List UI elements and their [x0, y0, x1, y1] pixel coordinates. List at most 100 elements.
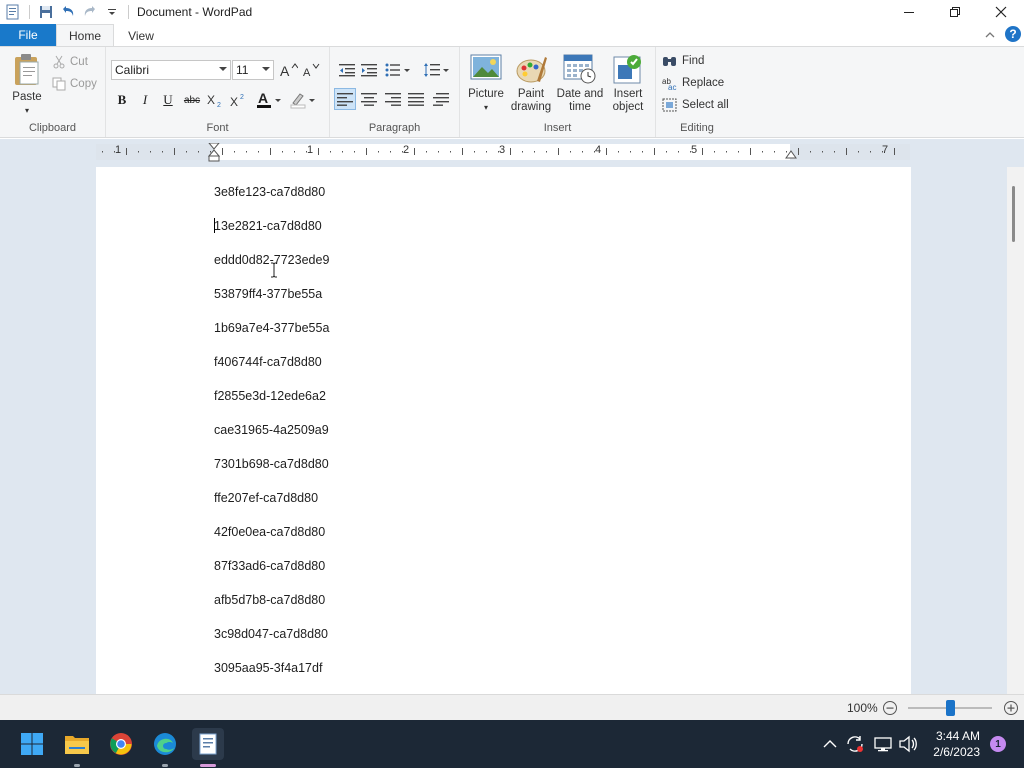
select-all-button[interactable]: Select all — [662, 98, 729, 112]
maximize-button[interactable] — [932, 0, 978, 24]
tab-home[interactable]: Home — [56, 24, 114, 47]
document-line[interactable]: f2855e3d-12ede6a2 — [214, 389, 326, 403]
decrease-indent-icon[interactable] — [336, 59, 358, 81]
picture-icon — [470, 54, 502, 80]
start-button[interactable] — [16, 728, 48, 760]
line-spacing-button[interactable] — [422, 59, 452, 81]
align-center-icon[interactable] — [358, 88, 380, 110]
bold-icon[interactable]: B — [111, 89, 133, 111]
font-size-select[interactable]: 11 — [232, 60, 274, 80]
align-left-icon[interactable] — [334, 88, 356, 110]
increase-indent-icon[interactable] — [358, 59, 380, 81]
i-beam-cursor-icon — [271, 262, 277, 278]
document-line[interactable]: 3e8fe123-ca7d8d80 — [214, 185, 325, 199]
right-indent-marker-icon[interactable] — [785, 149, 797, 159]
find-button[interactable]: Find — [662, 54, 704, 68]
ruler-tick — [762, 151, 763, 153]
replace-button[interactable]: ab ac Replace — [662, 76, 724, 90]
tab-file[interactable]: File — [0, 24, 56, 46]
date-time-label-2: time — [569, 101, 591, 113]
bullet-list-button[interactable] — [384, 59, 414, 81]
document-line[interactable]: 42f0e0ea-ca7d8d80 — [214, 525, 325, 539]
ruler-tick — [618, 151, 619, 153]
insert-object-button[interactable]: Insert object — [608, 53, 648, 114]
editing-group-label: Editing — [680, 122, 714, 134]
zoom-out-icon[interactable] — [882, 700, 898, 716]
document-line[interactable]: 87f33ad6-ca7d8d80 — [214, 559, 325, 573]
notification-badge[interactable]: 1 — [990, 736, 1006, 752]
ruler-tick — [138, 151, 139, 153]
file-explorer-taskbar-button[interactable] — [61, 728, 93, 760]
save-icon[interactable] — [35, 1, 57, 23]
date-time-button[interactable]: Date and time — [556, 53, 604, 114]
network-icon[interactable] — [873, 735, 893, 753]
paint-drawing-button[interactable]: Paint drawing — [510, 53, 552, 114]
copy-button[interactable]: Copy — [52, 77, 97, 91]
wordpad-taskbar-button[interactable] — [192, 728, 224, 760]
font-family-value: Calibri — [115, 63, 150, 77]
picture-button[interactable]: Picture ▾ — [466, 53, 506, 114]
zoom-in-icon[interactable] — [1003, 700, 1019, 716]
ruler-tick — [570, 151, 571, 153]
document-line[interactable]: 1b69a7e4-377be55a — [214, 321, 329, 335]
grow-font-button[interactable]: A — [278, 59, 300, 81]
svg-text:?: ? — [1009, 27, 1016, 41]
ruler[interactable]: 1 1 2 3 4 5 7 — [96, 143, 910, 163]
align-right-icon[interactable] — [382, 88, 404, 110]
select-all-label: Select all — [682, 99, 729, 111]
document-line[interactable]: 3095aa95-3f4a17df — [214, 661, 322, 675]
svg-text:X: X — [230, 95, 238, 107]
tab-view[interactable]: View — [114, 24, 168, 47]
document-line[interactable]: cae31965-4a2509a9 — [214, 423, 329, 437]
document-line[interactable]: afb5d7b8-ca7d8d80 — [214, 593, 325, 607]
superscript-icon[interactable]: X2 — [228, 89, 250, 111]
italic-icon[interactable]: I — [134, 89, 156, 111]
justify-icon[interactable] — [405, 88, 427, 110]
close-button[interactable] — [978, 0, 1024, 24]
ruler-label: 7 — [882, 144, 889, 156]
volume-icon[interactable] — [898, 735, 918, 753]
customize-qat-icon[interactable] — [101, 1, 123, 23]
document-line[interactable]: 13e2821-ca7d8d80 — [214, 219, 322, 233]
running-indicator — [74, 764, 80, 767]
svg-text:2: 2 — [240, 94, 244, 101]
underline-icon[interactable]: U — [157, 89, 179, 111]
paste-icon — [15, 54, 39, 85]
ribbon-right-controls: ? — [984, 25, 1022, 46]
paragraph-settings-icon[interactable] — [430, 88, 452, 110]
edge-taskbar-button[interactable] — [149, 728, 181, 760]
scrollbar-thumb[interactable] — [1012, 186, 1015, 242]
document-line[interactable]: 3c98d047-ca7d8d80 — [214, 627, 328, 641]
undo-icon[interactable] — [57, 1, 79, 23]
document-line[interactable]: f406744f-ca7d8d80 — [214, 355, 322, 369]
document-line[interactable]: ffe207ef-ca7d8d80 — [214, 491, 318, 505]
subscript-icon[interactable]: X2 — [205, 89, 227, 111]
redo-icon[interactable] — [79, 1, 101, 23]
document-page[interactable]: 3e8fe123-ca7d8d80 13e2821-ca7d8d80 eddd0… — [96, 167, 911, 694]
paste-button[interactable]: Paste ▾ — [8, 53, 46, 117]
strikethrough-icon[interactable]: abc — [181, 89, 203, 111]
highlight-color-button[interactable] — [288, 89, 318, 111]
font-family-select[interactable]: Calibri — [111, 60, 231, 80]
indent-marker-icon[interactable] — [208, 143, 220, 163]
chevron-up-icon[interactable] — [823, 739, 837, 749]
cut-button[interactable]: Cut — [52, 55, 88, 69]
vertical-scrollbar[interactable] — [1007, 167, 1024, 694]
minimize-button[interactable] — [886, 0, 932, 24]
document-line[interactable]: 53879ff4-377be55a — [214, 287, 322, 301]
chrome-taskbar-button[interactable] — [105, 728, 137, 760]
help-icon[interactable]: ? — [1004, 25, 1022, 46]
picture-dropdown-icon[interactable]: ▾ — [484, 101, 488, 114]
text-color-button[interactable]: A — [254, 89, 284, 111]
shrink-font-button[interactable]: A — [300, 59, 322, 81]
ruler-tick — [354, 151, 355, 153]
sync-icon[interactable] — [845, 735, 865, 753]
ruler-tick — [870, 151, 871, 153]
zoom-slider-thumb[interactable] — [946, 700, 955, 716]
document-line[interactable]: 7301b698-ca7d8d80 — [214, 457, 329, 471]
wordpad-app-icon[interactable] — [2, 1, 24, 23]
collapse-ribbon-icon[interactable] — [984, 29, 996, 43]
system-clock[interactable]: 3:44 AM 2/6/2023 — [933, 728, 980, 760]
cut-label: Cut — [70, 56, 88, 68]
paste-dropdown-icon[interactable]: ▾ — [25, 104, 29, 117]
